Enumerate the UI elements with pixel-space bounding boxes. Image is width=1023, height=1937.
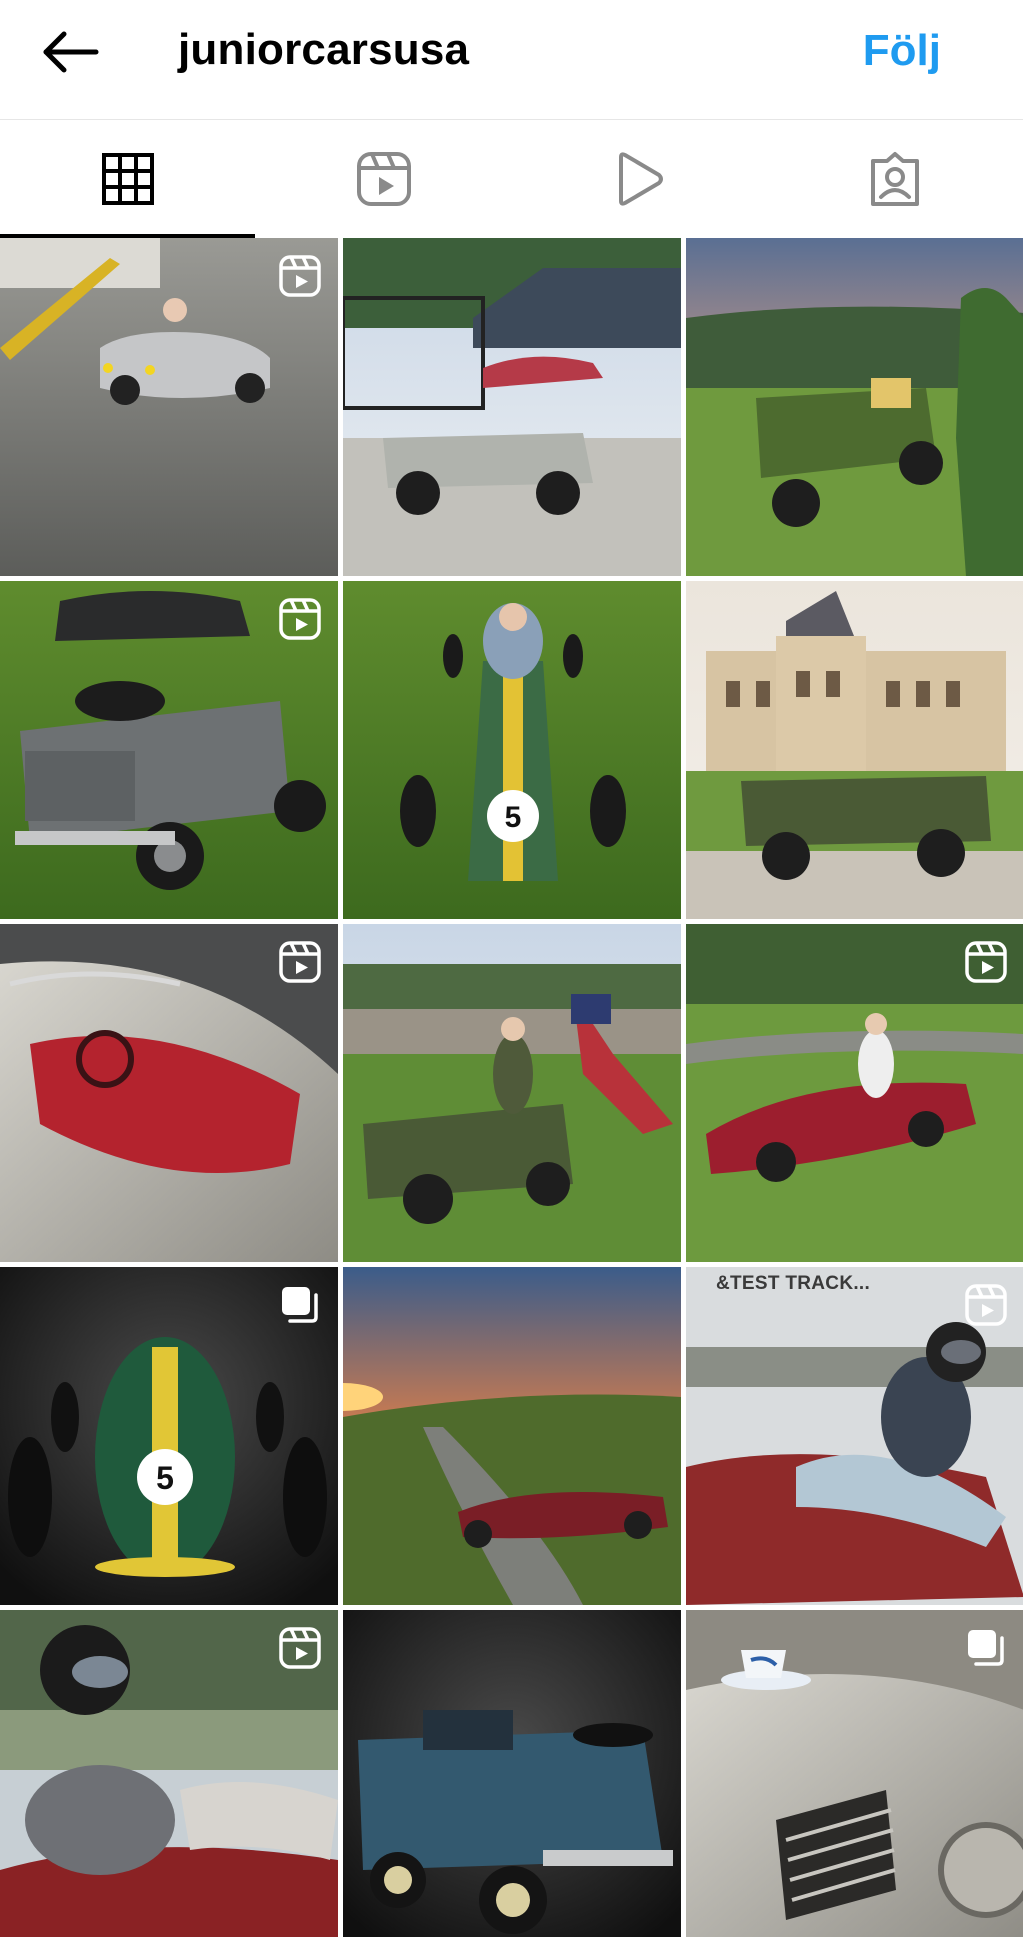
tab-videos[interactable] bbox=[512, 120, 768, 238]
grid-icon bbox=[101, 153, 154, 205]
svg-text:5: 5 bbox=[156, 1460, 174, 1496]
post-thumbnail[interactable] bbox=[686, 238, 1023, 576]
reel-icon bbox=[965, 1284, 1007, 1326]
reel-icon bbox=[965, 941, 1007, 983]
follow-button[interactable]: Följ bbox=[863, 26, 941, 76]
post-thumbnail[interactable] bbox=[343, 238, 681, 576]
post-thumbnail[interactable]: 5 bbox=[343, 581, 681, 919]
tab-tagged[interactable] bbox=[767, 120, 1023, 238]
reel-icon bbox=[279, 941, 321, 983]
play-icon bbox=[619, 152, 664, 206]
post-thumbnail[interactable] bbox=[686, 1610, 1023, 1937]
post-image bbox=[686, 581, 1023, 919]
post-image: 5 bbox=[343, 581, 681, 919]
post-thumbnail[interactable] bbox=[0, 924, 338, 1262]
profile-username: juniorcarsusa bbox=[178, 25, 470, 74]
post-overlay-text: &TEST TRACK... bbox=[716, 1273, 871, 1294]
post-image bbox=[686, 238, 1023, 576]
post-thumbnail[interactable] bbox=[343, 1610, 681, 1937]
posts-grid: 5 5 &TEST TRACK... bbox=[0, 238, 1023, 1937]
profile-tabs bbox=[0, 120, 1023, 238]
post-thumbnail[interactable] bbox=[686, 924, 1023, 1262]
post-image bbox=[343, 1610, 681, 1937]
carousel-icon bbox=[282, 1287, 318, 1323]
post-thumbnail[interactable] bbox=[0, 238, 338, 576]
reel-icon bbox=[279, 255, 321, 297]
post-thumbnail[interactable]: 5 bbox=[0, 1267, 338, 1605]
arrow-left-icon bbox=[43, 31, 99, 73]
post-thumbnail[interactable] bbox=[0, 581, 338, 919]
carousel-icon bbox=[968, 1630, 1004, 1666]
post-image bbox=[343, 924, 681, 1262]
svg-text:5: 5 bbox=[505, 801, 522, 834]
reel-icon bbox=[279, 1627, 321, 1669]
post-image bbox=[343, 238, 681, 576]
post-thumbnail[interactable] bbox=[0, 1610, 338, 1937]
post-thumbnail[interactable] bbox=[343, 924, 681, 1262]
post-thumbnail[interactable] bbox=[686, 581, 1023, 919]
tagged-person-icon bbox=[871, 152, 920, 206]
post-thumbnail[interactable]: &TEST TRACK... bbox=[686, 1267, 1023, 1605]
profile-header: juniorcarsusa Följ bbox=[0, 0, 1023, 120]
tab-reels[interactable] bbox=[256, 120, 512, 238]
reels-icon bbox=[356, 152, 411, 206]
back-button[interactable] bbox=[30, 20, 110, 84]
post-thumbnail[interactable] bbox=[343, 1267, 681, 1605]
tab-grid[interactable] bbox=[0, 120, 256, 238]
reel-icon bbox=[279, 598, 321, 640]
post-image bbox=[343, 1267, 681, 1605]
